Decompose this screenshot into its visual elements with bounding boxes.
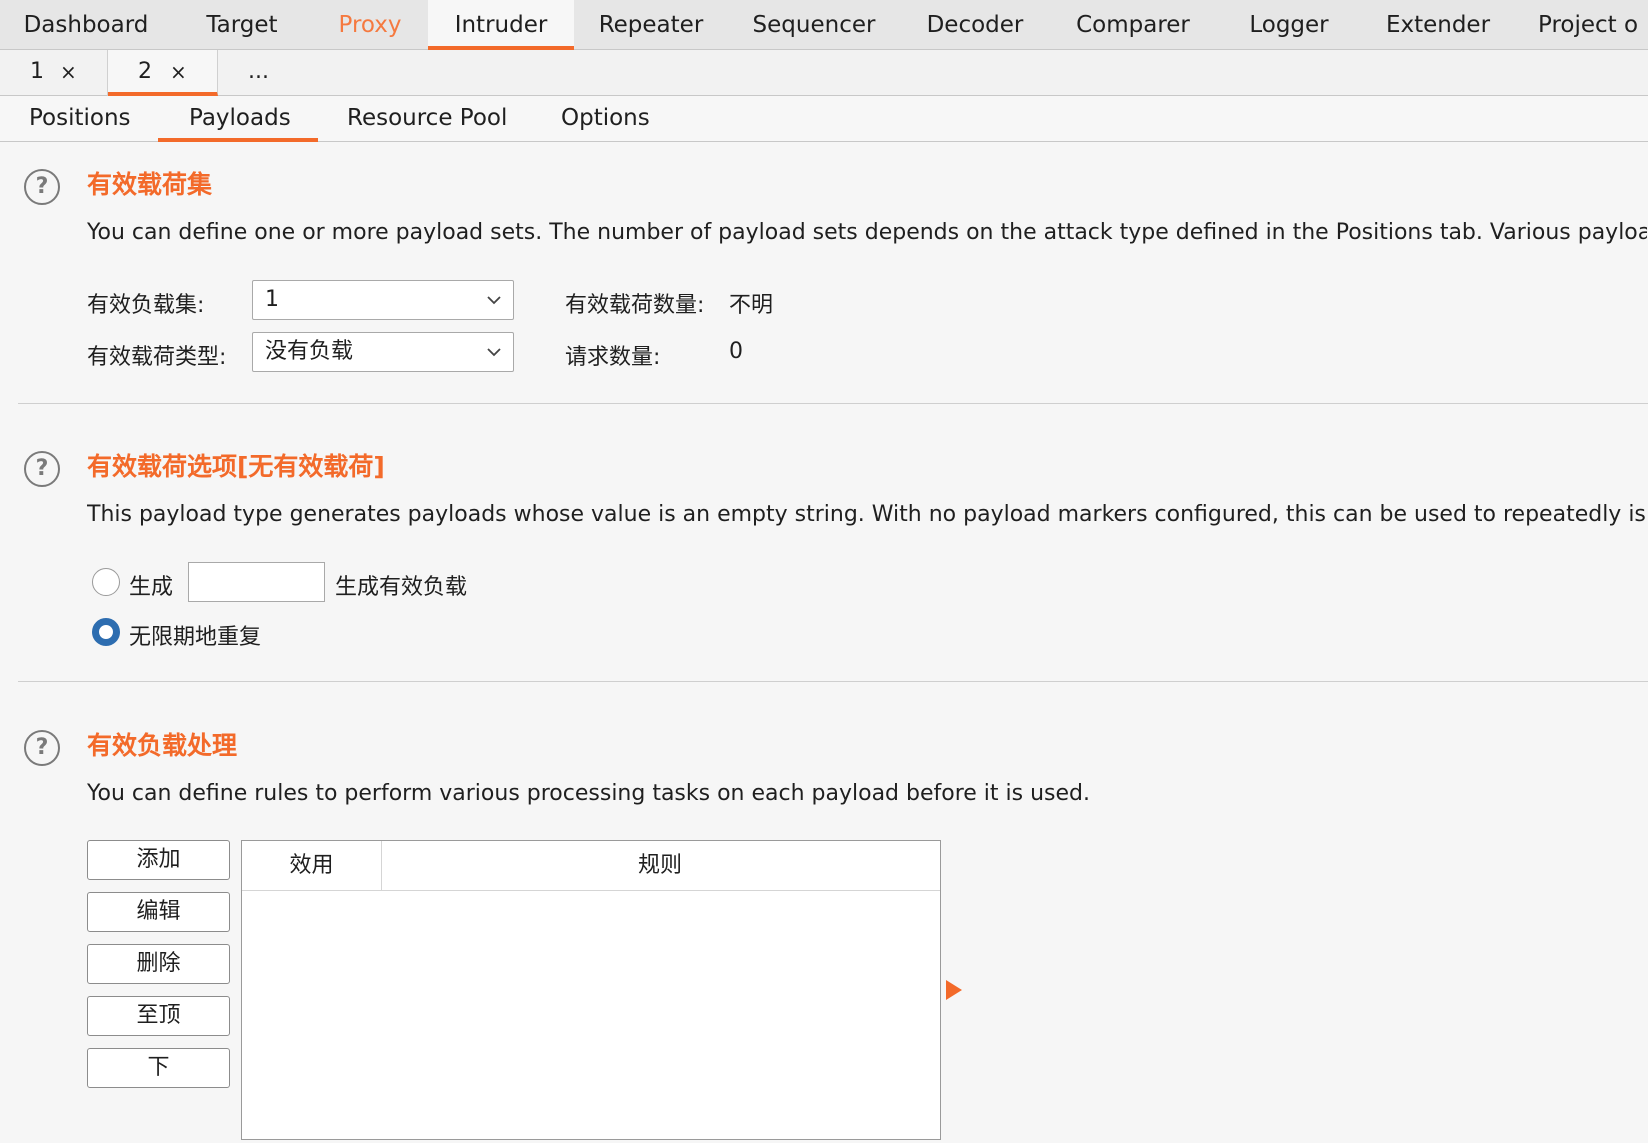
tab-comparer[interactable]: Comparer xyxy=(1050,0,1216,50)
arrow-right-icon[interactable] xyxy=(946,980,962,1000)
generate-radio[interactable] xyxy=(92,568,120,596)
edit-button[interactable]: 编辑 xyxy=(87,892,230,932)
tab-decoder[interactable]: Decoder xyxy=(900,0,1050,50)
tab-logger[interactable]: Logger xyxy=(1216,0,1362,50)
column-header-rule[interactable]: 规则 xyxy=(382,841,938,891)
chevron-down-icon xyxy=(487,296,501,305)
payload-type-select[interactable]: 没有负载 xyxy=(252,332,514,372)
instance-tab-row: 1 × 2 × ... xyxy=(0,50,1648,96)
payload-sets-title: 有效载荷集 xyxy=(87,170,213,199)
tab-sequencer[interactable]: Sequencer xyxy=(728,0,900,50)
table-header: 效用 规则 xyxy=(242,841,940,891)
tab-intruder[interactable]: Intruder xyxy=(428,0,574,50)
payload-type-value: 没有负载 xyxy=(265,339,354,364)
instance-tab-number: 2 xyxy=(138,59,152,84)
request-count-value: 0 xyxy=(729,339,743,364)
column-header-enabled[interactable]: 效用 xyxy=(242,841,382,891)
payload-set-label: 有效负载集: xyxy=(87,293,205,318)
payload-set-value: 1 xyxy=(265,287,279,312)
request-count-label: 请求数量: xyxy=(565,345,661,370)
new-tab-button[interactable]: ... xyxy=(248,50,269,94)
close-icon[interactable]: × xyxy=(60,50,77,94)
tab-target[interactable]: Target xyxy=(172,0,312,50)
tab-dashboard[interactable]: Dashboard xyxy=(0,0,172,50)
subtab-options[interactable]: Options xyxy=(561,96,650,142)
generate-suffix-label: 生成有效负载 xyxy=(335,575,468,600)
repeat-indefinitely-label: 无限期地重复 xyxy=(129,625,262,650)
tab-project-options[interactable]: Project o xyxy=(1514,0,1648,50)
repeat-indefinitely-radio[interactable] xyxy=(92,618,120,646)
generate-count-input[interactable] xyxy=(188,562,325,602)
tab-repeater[interactable]: Repeater xyxy=(574,0,728,50)
instance-tab-number: 1 xyxy=(30,59,44,84)
instance-tab-1[interactable]: 1 × xyxy=(0,50,108,96)
help-icon[interactable]: ? xyxy=(24,730,60,766)
processing-rules-table[interactable]: 效用 规则 xyxy=(241,840,941,1140)
payload-set-select[interactable]: 1 xyxy=(252,280,514,320)
section-divider xyxy=(18,403,1648,404)
payload-processing-description: You can define rules to perform various … xyxy=(87,781,1091,806)
add-button[interactable]: 添加 xyxy=(87,840,230,880)
help-icon[interactable]: ? xyxy=(24,451,60,487)
payload-options-title: 有效载荷选项[无有效载荷] xyxy=(87,452,385,481)
chevron-down-icon xyxy=(487,348,501,357)
payload-count-value: 不明 xyxy=(729,293,774,318)
top-nav: Dashboard Target Proxy Intruder Repeater… xyxy=(0,0,1648,50)
remove-button[interactable]: 删除 xyxy=(87,944,230,984)
payload-count-label: 有效载荷数量: xyxy=(565,293,705,318)
instance-tab-2[interactable]: 2 × xyxy=(108,50,218,96)
payload-options-description: This payload type generates payloads who… xyxy=(87,502,1647,527)
payload-processing-title: 有效负载处理 xyxy=(87,731,238,760)
generate-label: 生成 xyxy=(129,575,174,600)
payload-sets-description: You can define one or more payload sets.… xyxy=(87,220,1647,245)
subtab-payloads[interactable]: Payloads xyxy=(158,96,318,142)
section-divider xyxy=(18,681,1648,682)
move-down-button[interactable]: 下 xyxy=(87,1048,230,1088)
payload-type-label: 有效载荷类型: xyxy=(87,345,227,370)
close-icon[interactable]: × xyxy=(170,50,187,94)
help-icon[interactable]: ? xyxy=(24,169,60,205)
subtab-positions[interactable]: Positions xyxy=(29,96,131,142)
sub-tab-row: Positions Payloads Resource Pool Options xyxy=(0,96,1648,142)
tab-proxy[interactable]: Proxy xyxy=(312,0,428,50)
move-up-button[interactable]: 至顶 xyxy=(87,996,230,1036)
tab-extender[interactable]: Extender xyxy=(1362,0,1514,50)
subtab-resource-pool[interactable]: Resource Pool xyxy=(347,96,507,142)
